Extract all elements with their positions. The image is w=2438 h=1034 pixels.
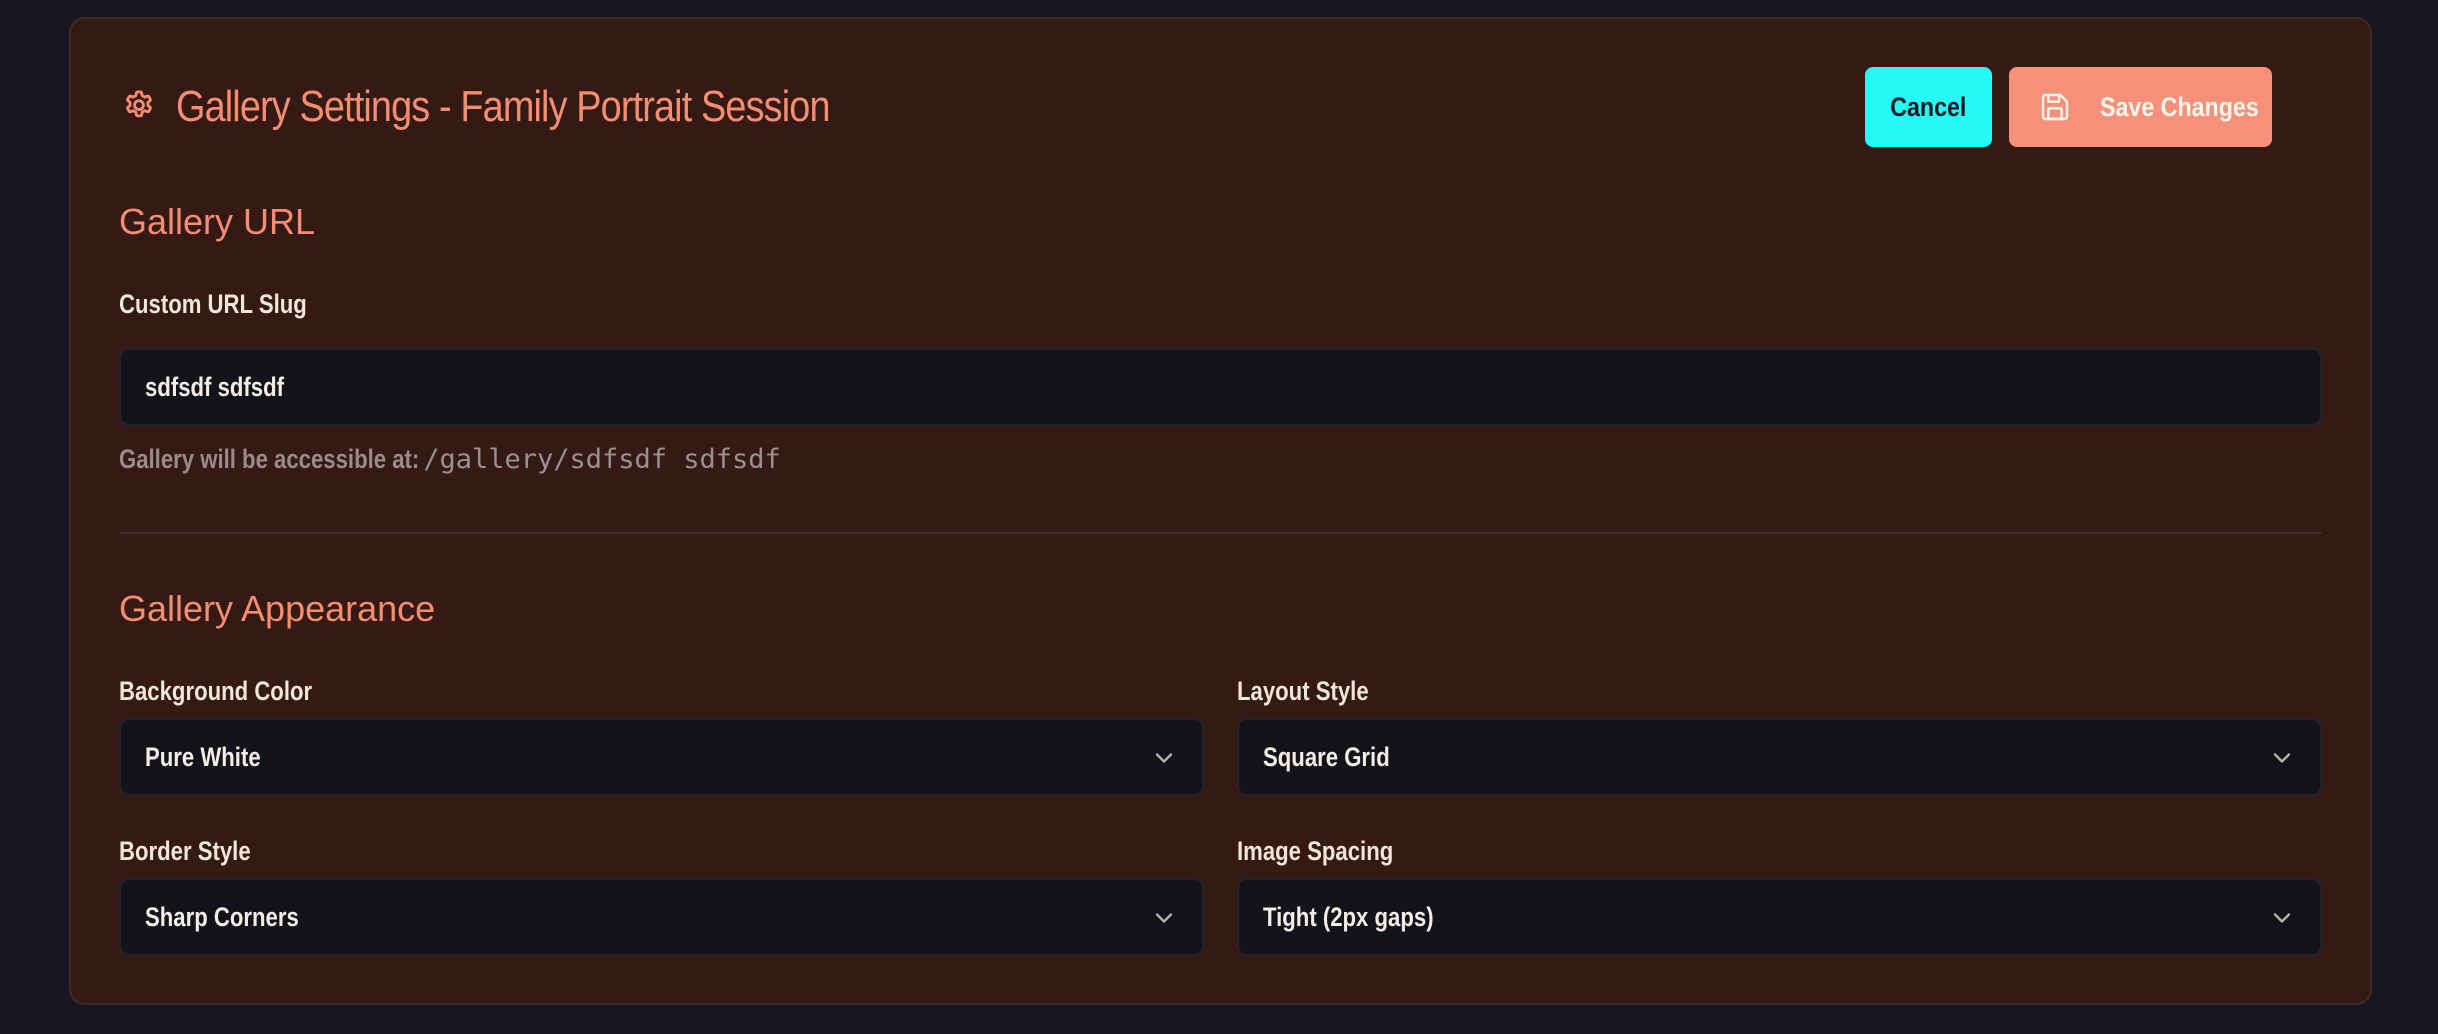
image-spacing-label: Image Spacing <box>1237 836 1394 866</box>
title-group: Gallery Settings - Family Portrait Sessi… <box>119 67 936 147</box>
gallery-url-path: /gallery/sdfsdf sdfsdf <box>423 444 781 475</box>
cancel-button[interactable]: Cancel <box>1865 67 1992 147</box>
layout-style-label: Layout Style <box>1237 676 1369 706</box>
section-divider <box>119 532 2322 534</box>
background-color-select[interactable]: Pure White <box>119 718 1204 796</box>
gallery-appearance-heading: Gallery Appearance <box>119 588 436 629</box>
border-style-label: Border Style <box>119 836 251 866</box>
chevron-down-icon <box>2273 913 2291 923</box>
save-icon <box>2039 90 2071 124</box>
gallery-url-hint-text: Gallery will be accessible at: <box>119 444 420 474</box>
panel-header: Gallery Settings - Family Portrait Sessi… <box>119 67 2322 147</box>
custom-url-slug-input[interactable]: sdfsdf sdfsdf <box>119 348 2322 426</box>
custom-url-slug-label: Custom URL Slug <box>119 289 307 319</box>
image-spacing-value: Tight (2px gaps) <box>1263 901 1434 932</box>
chevron-down-icon <box>1155 753 1173 763</box>
save-button-label: Save Changes <box>2100 91 2259 122</box>
save-changes-button[interactable]: Save Changes <box>2009 67 2272 147</box>
cancel-button-label: Cancel <box>1890 91 1967 122</box>
background-color-value: Pure White <box>145 741 261 772</box>
border-style-select[interactable]: Sharp Corners <box>119 878 1204 956</box>
chevron-down-icon <box>1155 913 1173 923</box>
gallery-url-hint: Gallery will be accessible at: /gallery/… <box>119 444 781 475</box>
custom-url-slug-value: sdfsdf sdfsdf <box>145 371 285 402</box>
layout-style-select[interactable]: Square Grid <box>1237 718 2322 796</box>
gallery-url-heading: Gallery URL <box>119 201 316 242</box>
layout-style-value: Square Grid <box>1263 741 1390 772</box>
background-color-label: Background Color <box>119 676 313 706</box>
gallery-settings-panel: Gallery Settings - Family Portrait Sessi… <box>69 17 2372 1005</box>
image-spacing-select[interactable]: Tight (2px gaps) <box>1237 878 2322 956</box>
border-style-value: Sharp Corners <box>145 901 299 932</box>
chevron-down-icon <box>2273 753 2291 763</box>
page-title: Gallery Settings - Family Portrait Sessi… <box>176 82 831 131</box>
gear-icon <box>119 87 159 127</box>
